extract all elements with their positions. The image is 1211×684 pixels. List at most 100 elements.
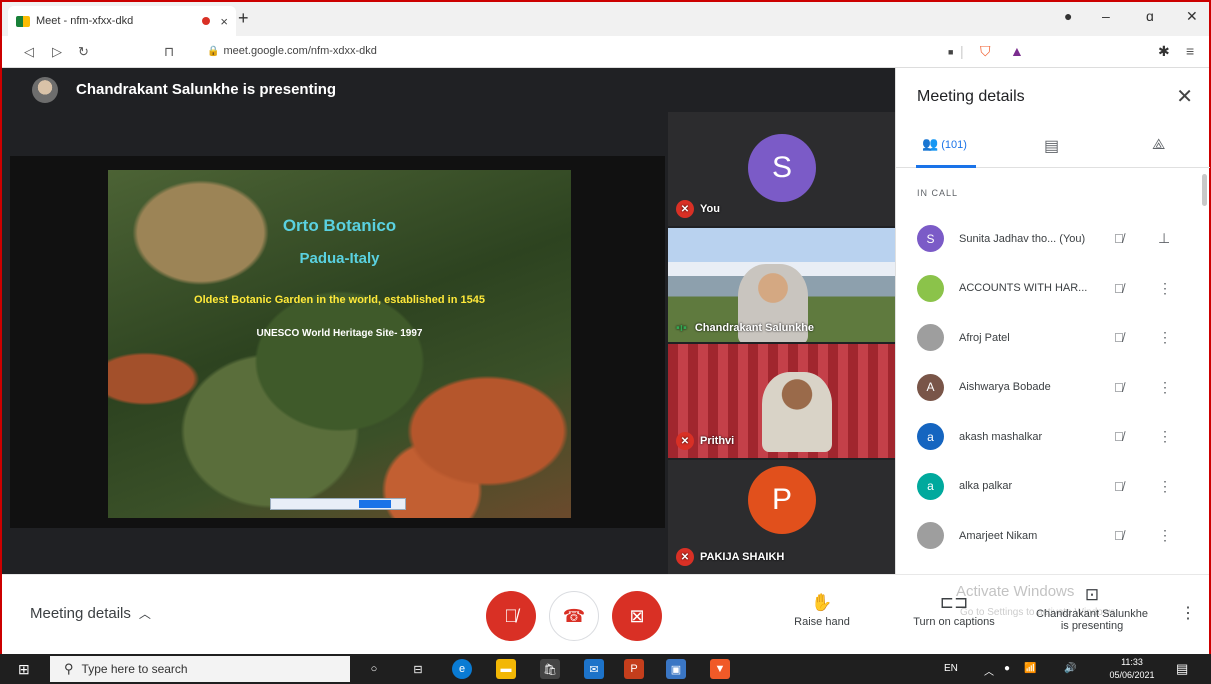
speaking-indicator-icon: ▪ı▪ bbox=[676, 322, 687, 334]
participant-row[interactable]: A Aishwarya Bobade 🎙̸ ⋮ bbox=[896, 363, 1210, 413]
tab-close-icon[interactable]: × bbox=[220, 14, 228, 29]
tab-people[interactable]: 👥 (101) bbox=[922, 136, 967, 152]
tile-name: You bbox=[700, 203, 720, 215]
brave-shield-icon[interactable]: ⛉ bbox=[980, 43, 991, 60]
windows-start-icon[interactable]: ⊞ bbox=[18, 661, 30, 678]
participant-tile-chandrakant[interactable]: ▪ı▪ Chandrakant Salunkhe bbox=[668, 228, 895, 342]
present-icon: ⊡ bbox=[1084, 585, 1100, 604]
tile-label: ✕ You bbox=[676, 200, 720, 218]
camera-indicator-icon[interactable]: ■ bbox=[948, 47, 953, 57]
notifications-icon[interactable]: ▤ bbox=[1176, 661, 1188, 677]
powerpoint-icon[interactable]: P bbox=[624, 659, 644, 679]
more-options-icon[interactable]: ⋮ bbox=[1180, 603, 1196, 623]
mic-off-icon: 🎙̸ bbox=[1114, 379, 1124, 395]
participant-tile-pakija[interactable]: P ✕ PAKIJA SHAIKH bbox=[668, 460, 895, 574]
in-call-heading: IN CALL bbox=[917, 188, 959, 198]
more-options-icon[interactable]: ⋮ bbox=[1158, 329, 1172, 346]
avatar: P bbox=[748, 466, 816, 534]
participant-row[interactable]: a akash mashalkar 🎙̸ ⋮ bbox=[896, 412, 1210, 462]
maximize-button[interactable]: ɑ bbox=[1146, 8, 1154, 24]
tray-chevron-icon[interactable]: ︿ bbox=[984, 663, 994, 678]
camera-toggle-button[interactable]: ⊠ bbox=[612, 591, 662, 641]
taskbar-search-box[interactable]: ⚲ Type here to search bbox=[50, 656, 350, 682]
meeting-controls-bar: Meeting details ︿ 🎙̸ ☎ ⊠ ✋ Raise hand ⊏⊐ … bbox=[2, 574, 1209, 654]
participant-name: Sunita Jadhav tho... (You) bbox=[959, 232, 1086, 245]
raise-hand-button[interactable]: ✋ Raise hand bbox=[782, 593, 862, 628]
address-bar: ◁ ▷ ↻ ⊓ 🔒 meet.google.com/nfm-xdxx-dkd ■ … bbox=[2, 36, 1209, 68]
browser-tab[interactable]: Meet - nfm-xfxx-dkd × bbox=[8, 6, 236, 36]
forward-icon[interactable]: ▷ bbox=[52, 44, 62, 60]
file-explorer-icon[interactable]: ▬ bbox=[496, 659, 516, 679]
participant-row[interactable]: ACCOUNTS WITH HAR... 🎙̸ ⋮ bbox=[896, 264, 1210, 314]
minimize-button[interactable]: – bbox=[1102, 8, 1110, 24]
more-options-icon[interactable]: ⋮ bbox=[1158, 428, 1172, 445]
new-tab-button[interactable]: + bbox=[238, 8, 249, 29]
taskbar-clock[interactable]: 11:33 05/06/2021 bbox=[1104, 656, 1160, 682]
back-icon[interactable]: ◁ bbox=[24, 44, 34, 60]
photos-icon[interactable]: ▣ bbox=[666, 659, 686, 679]
panel-title: Meeting details bbox=[917, 88, 1025, 105]
more-options-icon[interactable]: ⋮ bbox=[1158, 527, 1172, 544]
tray-app-icon[interactable]: ● bbox=[1004, 663, 1010, 674]
brave-icon[interactable]: ▼ bbox=[710, 659, 730, 679]
mic-off-icon: 🎙̸ bbox=[1114, 429, 1124, 445]
presentation-slide: Orto Botanico Padua-Italy Oldest Botanic… bbox=[108, 170, 571, 518]
avatar bbox=[917, 274, 944, 302]
menu-icon[interactable]: ≡ bbox=[1186, 43, 1194, 59]
edge-icon[interactable]: e bbox=[452, 659, 472, 679]
presenting-label: Chandrakant Salunkhe is presenting bbox=[1036, 608, 1148, 632]
recording-indicator-icon bbox=[202, 17, 211, 25]
slide-text-history: Oldest Botanic Garden in the world, esta… bbox=[194, 294, 485, 306]
task-view-icon[interactable]: ⊟ bbox=[408, 659, 428, 679]
participant-tile-prithvi[interactable]: ✕ Prithvi bbox=[668, 344, 895, 458]
chevron-up-icon: ︿ bbox=[138, 607, 151, 621]
participant-tile-you[interactable]: S ✕ You bbox=[668, 112, 895, 226]
participant-row[interactable]: Amarjeet Nikam 🎙̸ ⋮ bbox=[896, 511, 1210, 561]
participant-row[interactable]: a alka palkar 🎙̸ ⋮ bbox=[896, 462, 1210, 512]
network-icon[interactable]: 📶 bbox=[1024, 663, 1036, 674]
close-window-button[interactable]: ✕ bbox=[1186, 8, 1198, 25]
more-options-icon[interactable]: ⋮ bbox=[1158, 478, 1172, 495]
mic-off-icon: ✕ bbox=[676, 432, 694, 450]
participant-row[interactable]: S Sunita Jadhav tho... (You) 🎙̸ ⊥ bbox=[896, 214, 1210, 264]
extensions-icon[interactable]: ✱ bbox=[1158, 43, 1170, 60]
participant-row[interactable]: Afroj Patel 🎙̸ ⋮ bbox=[896, 313, 1210, 363]
clock-date: 05/06/2021 bbox=[1109, 670, 1155, 680]
reload-icon[interactable]: ↻ bbox=[78, 44, 89, 60]
tab-activities[interactable]: ⟁ bbox=[1152, 136, 1165, 153]
store-icon[interactable]: 🛍 bbox=[540, 659, 560, 679]
pin-icon[interactable]: ⊥ bbox=[1158, 230, 1170, 247]
url-field[interactable]: 🔒 meet.google.com/nfm-xdxx-dkd bbox=[207, 45, 377, 57]
panel-scrollbar[interactable] bbox=[1202, 174, 1207, 206]
leave-call-button[interactable]: ☎ bbox=[549, 591, 599, 641]
tab-chat[interactable]: ▤ bbox=[1044, 136, 1059, 156]
volume-icon[interactable]: 🔊 bbox=[1064, 663, 1076, 674]
search-placeholder: Type here to search bbox=[81, 662, 188, 676]
participant-name: alka palkar bbox=[959, 480, 1013, 493]
more-options-icon[interactable]: ⋮ bbox=[1158, 379, 1172, 396]
language-indicator[interactable]: EN bbox=[944, 663, 958, 674]
bookmark-icon[interactable]: ⊓ bbox=[164, 44, 174, 60]
people-icon: 👥 bbox=[922, 136, 939, 151]
camera-off-icon: ⊠ bbox=[629, 605, 645, 626]
mic-off-icon: 🎙̸ bbox=[1114, 231, 1124, 247]
mic-off-icon: ✕ bbox=[676, 548, 694, 566]
avatar: a bbox=[917, 472, 944, 500]
meeting-details-button[interactable]: Meeting details ︿ bbox=[30, 605, 151, 622]
people-count: (101) bbox=[941, 139, 967, 151]
activities-icon: ⟁ bbox=[1152, 136, 1166, 153]
brave-rewards-icon[interactable]: ▲ bbox=[1010, 43, 1024, 59]
mic-off-icon: 🎙̸ bbox=[504, 605, 518, 626]
presenting-button[interactable]: ⊡ Chandrakant Salunkhe is presenting bbox=[1032, 585, 1152, 632]
mail-icon[interactable]: ✉ bbox=[584, 659, 604, 679]
close-panel-icon[interactable]: ✕ bbox=[1176, 84, 1193, 109]
active-tab-indicator bbox=[916, 165, 976, 168]
cortana-icon[interactable]: ○ bbox=[364, 659, 384, 679]
presenter-avatar bbox=[32, 77, 58, 103]
search-icon: ⚲ bbox=[64, 661, 74, 676]
presentation-view[interactable]: Orto Botanico Padua-Italy Oldest Botanic… bbox=[10, 156, 665, 528]
mic-toggle-button[interactable]: 🎙̸ bbox=[486, 591, 536, 641]
profile-icon[interactable]: ● bbox=[1064, 8, 1072, 24]
tile-label: ▪ı▪ Chandrakant Salunkhe bbox=[676, 322, 814, 334]
more-options-icon[interactable]: ⋮ bbox=[1158, 280, 1172, 297]
